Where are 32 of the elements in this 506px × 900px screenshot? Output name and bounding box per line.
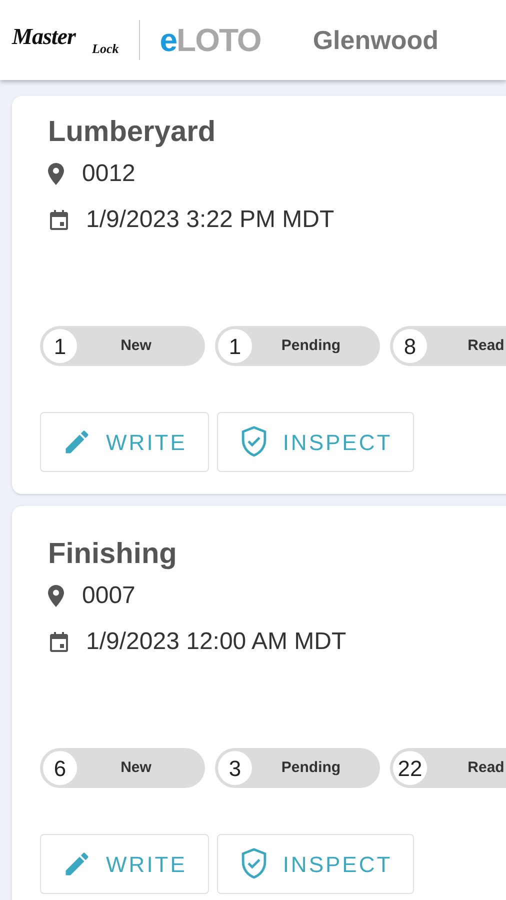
location-pin-icon [48,163,64,185]
status-count: 8 [393,329,427,363]
status-chip[interactable]: 1 Pending [215,326,380,366]
status-count: 1 [218,329,252,363]
status-chip[interactable]: 3 Pending [215,748,380,788]
location-code: 0012 [82,159,136,189]
status-label: Read [466,758,506,778]
date-time: 1/9/2023 3:22 PM MDT [86,205,334,235]
brand-logo-top: Master [12,25,77,48]
status-label: New [120,336,152,356]
status-chip[interactable]: 6 New [40,748,205,788]
status-label: New [120,758,152,778]
status-label: Read [466,336,506,356]
site-name: Glenwood [312,24,438,56]
location-pin-icon [48,585,64,607]
status-count: 6 [43,751,77,785]
status-chip[interactable]: 8 Read [390,326,506,366]
status-count: 1 [43,329,77,363]
status-chip[interactable]: 22 Read [390,748,506,788]
calendar-icon [50,632,68,652]
app-logo: eLOTO [160,21,261,60]
date-time: 1/9/2023 12:00 AM MDT [86,627,346,657]
site-title: Lumberyard [48,115,217,150]
location-code: 0007 [82,581,136,611]
status-count: 22 [393,751,427,785]
status-label: Pending [280,336,342,356]
calendar-icon [50,210,68,230]
status-chip[interactable]: 1 New [40,326,205,366]
brand-logo-bottom: Lock [92,42,119,55]
status-label: Pending [280,758,342,778]
site-title: Finishing [48,537,178,572]
status-count: 3 [218,751,252,785]
